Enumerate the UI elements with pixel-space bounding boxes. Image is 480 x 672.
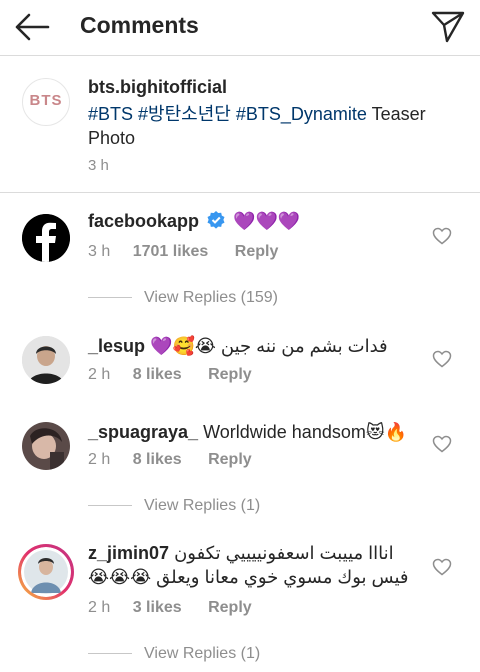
comment-meta: 2 h 8 likes Reply	[88, 366, 252, 384]
hashtag-bangtan[interactable]: #방탄소년단	[138, 104, 231, 124]
comment-item: _lesup فدات بشم من ننه جين 😭🥰💜 2 h 8 lik…	[0, 315, 480, 400]
top-bar: Comments	[0, 0, 480, 56]
comment-text: z_jimin07 انااا مييبت اسعفونييييي تكفون	[88, 543, 394, 564]
comment-body: Worldwide handsom😻🔥	[203, 422, 408, 442]
comment-body-line2: فيس بوك مسوي خوي معانا ويعلق 😭😭😭	[88, 567, 409, 587]
comment-text: _spuagraya_ Worldwide handsom😻🔥	[88, 422, 407, 443]
divider-line	[88, 505, 132, 507]
view-replies-label: View Replies (1)	[144, 645, 261, 662]
view-replies-label: View Replies (159)	[144, 289, 278, 306]
reply-button[interactable]: Reply	[235, 243, 279, 260]
comment-time: 2 h	[88, 366, 111, 383]
heart-icon[interactable]	[432, 350, 452, 368]
heart-icon[interactable]	[432, 227, 452, 245]
comment-body-line1: انااا مييبت اسعفونييييي تكفون	[174, 543, 394, 563]
facebook-logo-icon	[22, 214, 70, 262]
comment-body: فدات بشم من ننه جين 😭🥰💜	[150, 336, 388, 356]
reply-button[interactable]: Reply	[208, 366, 252, 383]
view-replies-label: View Replies (1)	[144, 497, 261, 514]
story-ring-avatar[interactable]	[18, 544, 74, 600]
page-title: Comments	[80, 12, 199, 38]
comment-username[interactable]: _spuagraya_	[88, 422, 198, 442]
bts-logo-avatar[interactable]: BTS	[22, 78, 70, 126]
comment-meta: 3 h 1701 likes Reply	[88, 243, 278, 261]
comment-likes[interactable]: 8 likes	[133, 451, 182, 468]
person-avatar-icon	[22, 422, 70, 470]
facebook-avatar[interactable]	[22, 214, 70, 262]
post-caption: BTS bts.bighitofficial #BTS #방탄소년단 #BTS_…	[0, 57, 480, 193]
user-avatar[interactable]	[22, 422, 70, 470]
comment-time: 3 h	[88, 243, 111, 260]
comment-time: 2 h	[88, 599, 111, 616]
comment-username[interactable]: _lesup	[88, 336, 145, 356]
comment-item: _spuagraya_ Worldwide handsom😻🔥 2 h 8 li…	[0, 400, 480, 530]
comment-likes[interactable]: 3 likes	[133, 599, 182, 616]
comment-likes[interactable]: 1701 likes	[133, 243, 209, 260]
caption-text: #BTS #방탄소년단 #BTS_Dynamite Teaser Photo	[88, 102, 468, 150]
comment-likes[interactable]: 8 likes	[133, 366, 182, 383]
comment-item: facebookapp 💜💜💜 3 h 1701 likes Reply Vie…	[0, 194, 480, 314]
logo-text: BTS	[29, 92, 63, 109]
direct-message-icon[interactable]	[430, 8, 466, 44]
view-replies-button[interactable]: View Replies (1)	[88, 497, 260, 515]
comment-time: 2 h	[88, 451, 111, 468]
divider-line	[88, 653, 132, 655]
divider-line	[88, 297, 132, 299]
reply-button[interactable]: Reply	[208, 451, 252, 468]
back-arrow-icon[interactable]	[12, 10, 52, 44]
comment-meta: 2 h 8 likes Reply	[88, 451, 252, 469]
comment-username[interactable]: facebookapp	[88, 211, 199, 231]
user-avatar[interactable]	[22, 336, 70, 384]
comment-meta: 2 h 3 likes Reply	[88, 599, 252, 617]
person-avatar-icon	[21, 547, 71, 597]
comment-text: facebookapp 💜💜💜	[88, 210, 300, 232]
comment-body: 💜💜💜	[233, 211, 301, 231]
heart-icon[interactable]	[432, 558, 452, 576]
person-avatar-icon	[22, 336, 70, 384]
hashtag-bts[interactable]: #BTS	[88, 104, 133, 124]
comment-text: _lesup فدات بشم من ننه جين 😭🥰💜	[88, 336, 388, 357]
heart-icon[interactable]	[432, 435, 452, 453]
hashtag-dynamite[interactable]: #BTS_Dynamite	[236, 104, 367, 124]
comment-item: z_jimin07 انااا مييبت اسعفونييييي تكفون …	[0, 530, 480, 672]
caption-username[interactable]: bts.bighitofficial	[88, 77, 227, 98]
reply-button[interactable]: Reply	[208, 599, 252, 616]
verified-badge-icon	[207, 211, 225, 229]
view-replies-button[interactable]: View Replies (159)	[88, 289, 278, 307]
view-replies-button[interactable]: View Replies (1)	[88, 645, 260, 663]
comment-username[interactable]: z_jimin07	[88, 543, 169, 563]
caption-timestamp: 3 h	[88, 157, 109, 174]
